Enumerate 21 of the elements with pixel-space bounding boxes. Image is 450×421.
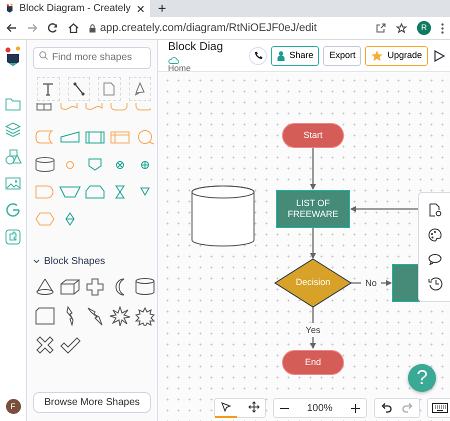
- share-button[interactable]: Share: [271, 46, 320, 66]
- search-field[interactable]: Find more shapes: [33, 46, 151, 68]
- export-button[interactable]: Export: [323, 46, 362, 66]
- upgrade-button[interactable]: Upgrade: [365, 46, 428, 66]
- terminator-node[interactable]: End: [282, 350, 344, 375]
- process-node[interactable]: LIST OF FREEWARE: [276, 190, 350, 228]
- breadcrumb-link[interactable]: Home: [168, 64, 226, 72]
- edge-label: Yes: [303, 323, 323, 337]
- browser-tab[interactable]: Block Diagram - Creately: [0, 0, 150, 17]
- browse-more-shapes-button[interactable]: Browse More Shapes: [33, 392, 151, 413]
- terminator-node[interactable]: Start: [282, 123, 344, 148]
- section-title[interactable]: Block Shapes: [44, 254, 106, 268]
- decision-label: Decision: [294, 276, 332, 290]
- tab-title: Block Diagram - Creately: [19, 2, 131, 16]
- new-tab-button[interactable]: +: [158, 0, 166, 17]
- url-text[interactable]: app.creately.com/diagram/RtNiOEJF0eJ/edit: [100, 20, 317, 36]
- diagram-title[interactable]: Block Diag: [168, 38, 226, 56]
- profile-avatar[interactable]: R: [417, 21, 431, 35]
- user-avatar[interactable]: F: [6, 399, 20, 414]
- edge-label: No: [361, 276, 381, 290]
- zoom-level[interactable]: 100%: [307, 400, 333, 416]
